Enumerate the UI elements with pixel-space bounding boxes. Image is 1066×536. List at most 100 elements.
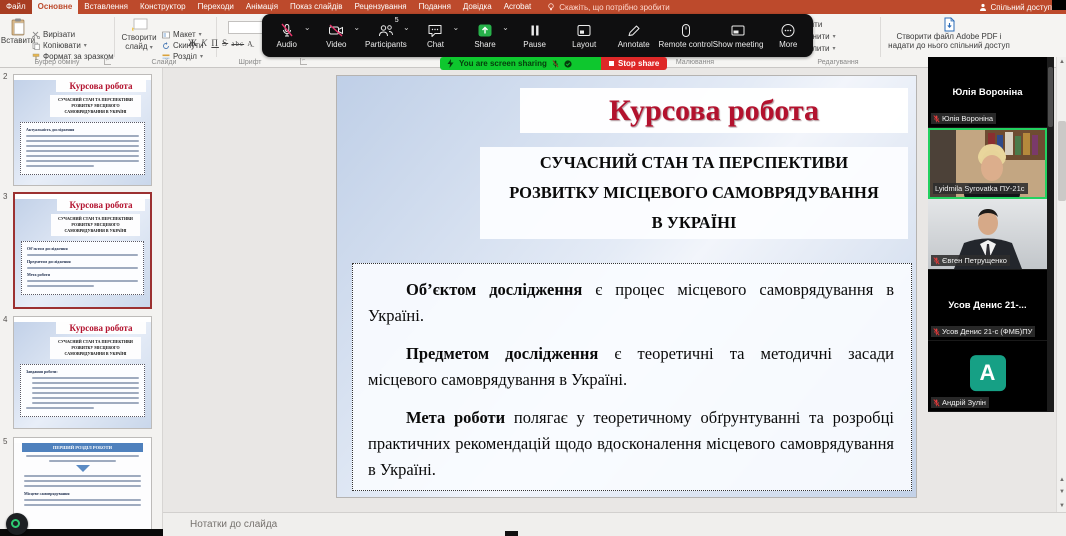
clipboard-dialog-launcher[interactable]: ⌐ [104,58,111,65]
create-adobe-pdf-button[interactable]: Створити файл Adobe PDF і надати до ньог… [884,17,1014,50]
paragraph-object: Об’єктом дослідження є процес місцевого … [368,277,894,329]
text-line-placeholder [32,402,139,404]
meeting-window-icon [730,23,746,38]
chat-button[interactable]: Chat ⌄ [411,14,461,57]
dropdown-arrow-icon: ▾ [84,42,87,49]
tab-insert[interactable]: Вставлення [78,0,134,14]
participants-scrollbar[interactable] [1047,57,1054,412]
font-dialog-launcher[interactable]: ⌐ [300,58,307,65]
share-screen-button[interactable]: Share ⌄ [460,14,510,57]
slide-subtitle-box[interactable]: СУЧАСНИЙ СТАН ТА ПЕРСПЕКТИВИ РОЗВИТКУ МІ… [480,147,908,239]
security-shield-icon [564,60,572,68]
zoom-participants-panel: Юлія Вороніна Юлія Вороніна Lyidmila Syr… [928,57,1054,412]
tab-home[interactable]: Основне [32,0,79,14]
muted-mic-icon [933,257,940,265]
group-separator [114,17,115,57]
previous-slide-button[interactable]: ▲ [1057,475,1066,485]
group-separator [216,17,217,57]
slide-title-box[interactable]: Курсова робота [520,88,908,133]
pause-share-button[interactable]: Pause [510,14,560,57]
annotate-button[interactable]: Annotate [609,14,659,57]
tab-slideshow[interactable]: Показ слайдів [284,0,348,14]
reset-icon [162,42,170,50]
slide-number-3: 3 [3,192,7,201]
thumbnail-slide-3-selected[interactable]: Курсова робота СУЧАСНИЙ СТАН ТА ПЕРСПЕКТ… [13,192,152,309]
stop-share-button[interactable]: Stop share [601,57,667,70]
new-slide-button[interactable]: Створити слайд ▾ [118,18,160,51]
text-line-placeholder [27,280,138,282]
text-line-placeholder [32,397,139,399]
text-line-placeholder [26,145,139,147]
paste-button[interactable]: Вставити [4,18,32,45]
remote-control-button[interactable]: Remote control [659,14,713,57]
text-line-placeholder [32,382,139,384]
notes-pane[interactable]: Нотатки до слайда [163,512,1066,536]
chevron-up-icon[interactable]: ⌄ [453,23,460,32]
more-button[interactable]: More [763,14,813,57]
participant-tile-yevhen[interactable]: Євген Петрущенко [928,199,1047,270]
current-slide[interactable]: Курсова робота СУЧАСНИЙ СТАН ТА ПЕРСПЕКТ… [337,76,916,497]
text-line-placeholder [26,150,139,152]
slide-body-textbox[interactable]: Об’єктом дослідження є процес місцевого … [352,263,912,491]
main-scrollbar[interactable]: ▲ ▲ ▼ ▼ [1056,57,1066,512]
new-slide-icon [131,18,148,33]
thumb4-title: Курсова робота [56,322,146,334]
mic-muted-icon [279,23,295,38]
show-meeting-button[interactable]: Show meeting [713,14,764,57]
audio-button[interactable]: Audio ⌄ [262,14,312,57]
thumbnail-slide-2[interactable]: Курсова робота СУЧАСНИЙ СТАН ТА ПЕРСПЕКТ… [13,74,152,186]
down-arrow-shape [76,465,90,472]
ribbon-tab-bar: Файл Основне Вставлення Конструктор Пере… [0,0,1066,14]
participant-tile-usov[interactable]: Усов Денис 21-... Усов Денис 21-с (ФМБ)П… [928,270,1047,341]
next-slide-button[interactable]: ▼ [1057,487,1066,497]
copy-icon [32,42,40,50]
thumb2-title: Курсова робота [56,80,146,92]
paragraph-subject: Предметом дослідження є теоретичні та ме… [368,341,894,393]
chevron-up-icon[interactable]: ⌄ [353,23,360,32]
participants-button[interactable]: 5 Participants ⌄ [361,14,411,57]
text-line-placeholder [24,499,141,501]
group-separator [880,17,881,57]
cut-button[interactable]: Вирізати [32,30,75,39]
participant-tile-yulia[interactable]: Юлія Вороніна Юлія Вороніна [928,57,1047,128]
tab-help[interactable]: Довідка [457,0,498,14]
font-format-buttons[interactable]: Ж К П S abc А̲ [188,38,253,48]
scroll-up-arrow-icon[interactable]: ▲ [1057,57,1066,67]
text-line-placeholder [26,160,139,162]
participant-tile-lyudmila-active[interactable]: Lyidmila Syrovatka ПУ-21с [928,128,1047,199]
text-line-placeholder [32,387,139,389]
video-button[interactable]: Video ⌄ [312,14,362,57]
slide-canvas: Курсова робота СУЧАСНИЙ СТАН ТА ПЕРСПЕКТ… [163,68,1056,512]
thumb4-subtitle: СУЧАСНИЙ СТАН ТА ПЕРСПЕКТИВИ РОЗВИТКУ МІ… [50,337,141,359]
text-line-placeholder [27,267,138,269]
tab-view[interactable]: Подання [413,0,457,14]
tab-animations[interactable]: Анімація [240,0,284,14]
participant-tile-andrii[interactable]: A Андрій Зулін [928,341,1047,412]
layout-view-button[interactable]: Layout [559,14,609,57]
text-line-placeholder [24,480,141,482]
tell-me-search[interactable]: Скажіть, що потрібно зробити [537,0,669,14]
text-line-placeholder [26,165,94,167]
thumb3-title: Курсова робота [57,199,145,211]
floating-widget[interactable] [6,513,28,535]
copy-button[interactable]: Копіювати▾ [32,41,87,50]
participant-name-chip: Андрій Зулін [931,397,989,408]
thumbnail-slide-4[interactable]: Курсова робота СУЧАСНИЙ СТАН ТА ПЕРСПЕКТ… [13,316,152,429]
scrollbar-thumb[interactable] [1058,121,1066,201]
slide-number-4: 4 [3,315,7,324]
slides-group-label: Слайди [122,59,206,66]
tab-review[interactable]: Рецензування [348,0,412,14]
tab-transitions[interactable]: Переходи [192,0,240,14]
mini-mic-muted-icon [552,60,559,68]
scroll-down-arrow-icon[interactable]: ▼ [1057,501,1066,511]
tab-acrobat[interactable]: Acrobat [498,0,538,14]
chevron-up-icon[interactable]: ⌄ [502,23,509,32]
tab-design[interactable]: Конструктор [134,0,192,14]
dropdown-arrow-icon: ▾ [199,31,202,38]
text-line-placeholder [26,455,139,457]
notes-placeholder: Нотатки до слайда [190,519,277,530]
tab-file[interactable]: Файл [0,0,32,14]
chevron-up-icon[interactable]: ⌄ [403,23,410,32]
thumbnail-slide-5[interactable]: ПЕРШИЙ РОЗДІЛ РОБОТИ Місцеве самоврядува… [13,437,152,536]
chevron-up-icon[interactable]: ⌄ [304,23,311,32]
